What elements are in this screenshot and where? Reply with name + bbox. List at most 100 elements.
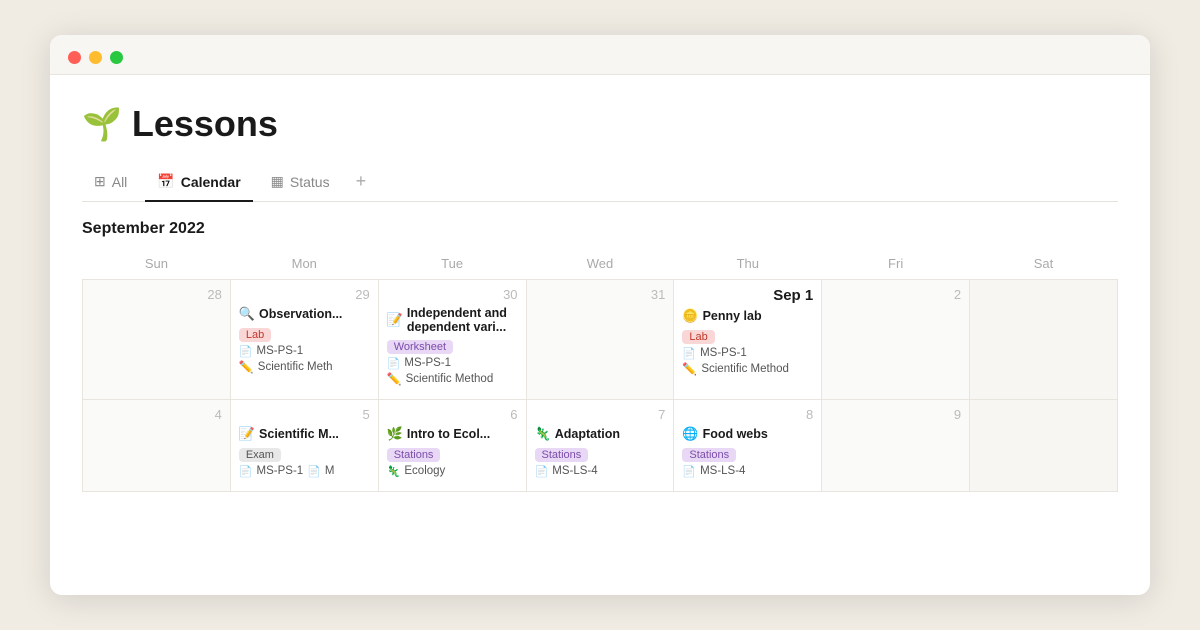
badge-stations-2: Stations [535,448,589,462]
date-31: 31 [535,287,666,302]
date-8: 8 [682,407,813,422]
standard-6: MS-LS-4 [552,465,597,477]
status-icon: ▦ [271,173,284,190]
observation-emoji: 🔍 [239,306,255,322]
meta-msls4-2: 📄 MS-LS-4 [682,465,813,478]
event-observation[interactable]: 🔍 Observation... Lab 📄 MS-PS-1 ✏️ Scient… [239,306,370,374]
independent-label: Independent and dependent vari... [407,306,518,334]
page-icon: 🌱 [82,105,122,143]
day-header-sun: Sun [83,250,231,280]
scimethod-2: Scientific Method [406,373,494,385]
pennylab-label: Penny lab [703,309,762,323]
cal-cell-sat1 [970,279,1118,399]
doc-icon-1: 📄 [239,345,253,358]
pencil-icon-1: ✏️ [239,360,254,374]
date-4: 4 [91,407,222,422]
independent-emoji: 📝 [387,312,403,328]
ecology-icon-1: 🦎 [387,465,401,478]
badge-exam-1: Exam [239,448,281,462]
event-pennylab-title: 🪙 Penny lab [682,308,813,324]
scientificm-emoji: 📝 [239,426,255,442]
main-content: 🌱 Lessons ⊞ All 📅 Calendar ▦ Status + Se… [50,75,1150,492]
cal-cell-28: 28 [83,279,231,399]
scimethod-1: Scientific Meth [258,361,333,373]
tab-calendar[interactable]: 📅 Calendar [145,167,252,202]
meta-scimethod-2: ✏️ Scientific Method [387,372,518,386]
pencil-icon-2: ✏️ [387,372,402,386]
day-header-wed: Wed [526,250,674,280]
doc-icon-6: 📄 [535,465,549,478]
day-headers-row: Sun Mon Tue Wed Thu Fri Sat [83,250,1118,280]
doc-icon-3: 📄 [682,347,696,360]
standard-2: MS-PS-1 [404,357,451,369]
badge-stations-1: Stations [387,448,441,462]
cal-cell-4: 4 [83,399,231,491]
app-window: 🌱 Lessons ⊞ All 📅 Calendar ▦ Status + Se… [50,35,1150,595]
meta-msps1-2: 📄 MS-PS-1 [387,357,518,370]
date-sep1: Sep 1 [682,287,813,304]
ecology-label-1: Ecology [404,465,445,477]
date-2: 2 [830,287,961,302]
event-scientificm-title: 📝 Scientific M... [239,426,370,442]
titlebar [50,35,1150,75]
doc-icon-5: 📄 [307,465,321,478]
event-pennylab[interactable]: 🪙 Penny lab Lab 📄 MS-PS-1 ✏️ Scientific … [682,308,813,376]
calendar-icon: 📅 [157,173,174,190]
cal-cell-2: 2 [822,279,970,399]
event-intro-ecol[interactable]: 🌿 Intro to Ecol... Stations 🦎 Ecology [387,426,518,478]
cal-cell-9: 9 [822,399,970,491]
pencil-icon-3: ✏️ [682,362,697,376]
event-adaptation[interactable]: 🦎 Adaptation Stations 📄 MS-LS-4 [535,426,666,478]
day-header-fri: Fri [822,250,970,280]
intro-ecol-label: Intro to Ecol... [407,427,490,441]
event-independent[interactable]: 📝 Independent and dependent vari... Work… [387,306,518,386]
maximize-button[interactable] [110,51,123,64]
day-header-tue: Tue [378,250,526,280]
doc-icon-4: 📄 [239,465,253,478]
cal-cell-5: 5 📝 Scientific M... Exam 📄 MS-PS-1 📄 [230,399,378,491]
tab-status[interactable]: ▦ Status [259,167,342,202]
standard-1: MS-PS-1 [257,345,304,357]
date-6: 6 [387,407,518,422]
calendar-month-label: September 2022 [82,220,1118,238]
cal-cell-sep1: Sep 1 🪙 Penny lab Lab 📄 MS-PS-1 [674,279,822,399]
adaptation-emoji: 🦎 [535,426,551,442]
meta-msps1-1: 📄 MS-PS-1 [239,345,370,358]
cal-cell-6: 6 🌿 Intro to Ecol... Stations 🦎 Ecology [378,399,526,491]
event-independent-title: 📝 Independent and dependent vari... [387,306,518,334]
scientificm-label: Scientific M... [259,427,339,441]
tab-all[interactable]: ⊞ All [82,167,139,202]
doc-icon-7: 📄 [682,465,696,478]
cal-cell-31: 31 [526,279,674,399]
add-tab-button[interactable]: + [348,167,375,202]
day-header-sat: Sat [970,250,1118,280]
meta-scimethod-1: ✏️ Scientific Meth [239,360,370,374]
date-5: 5 [239,407,370,422]
cal-cell-30: 30 📝 Independent and dependent vari... W… [378,279,526,399]
standard-3: MS-PS-1 [700,347,747,359]
minimize-button[interactable] [89,51,102,64]
standard-5: M [325,465,335,477]
close-button[interactable] [68,51,81,64]
event-foodwebs[interactable]: 🌐 Food webs Stations 📄 MS-LS-4 [682,426,813,478]
date-28: 28 [91,287,222,302]
observation-label: Observation... [259,307,342,321]
page-header: 🌱 Lessons [82,103,1118,145]
calendar-week-2: 4 5 📝 Scientific M... Exam 📄 [83,399,1118,491]
standard-4: MS-PS-1 [257,465,304,477]
event-scientificm[interactable]: 📝 Scientific M... Exam 📄 MS-PS-1 📄 M [239,426,370,478]
event-adaptation-title: 🦎 Adaptation [535,426,666,442]
meta-msls4-1: 📄 MS-LS-4 [535,465,666,478]
adaptation-label: Adaptation [555,427,620,441]
meta-msps1-4: 📄 MS-PS-1 📄 M [239,465,370,478]
page-title: Lessons [132,103,278,145]
badge-lab-1: Lab [239,328,271,342]
pennylab-emoji: 🪙 [682,308,698,324]
calendar-grid: Sun Mon Tue Wed Thu Fri Sat 28 2 9 [82,250,1118,492]
event-observation-title: 🔍 Observation... [239,306,370,322]
cal-cell-29: 29 🔍 Observation... Lab 📄 MS-PS-1 [230,279,378,399]
badge-stations-3: Stations [682,448,736,462]
event-intro-ecol-title: 🌿 Intro to Ecol... [387,426,518,442]
calendar-week-1: 28 29 🔍 Observation... Lab 📄 [83,279,1118,399]
meta-ecology-1: 🦎 Ecology [387,465,518,478]
